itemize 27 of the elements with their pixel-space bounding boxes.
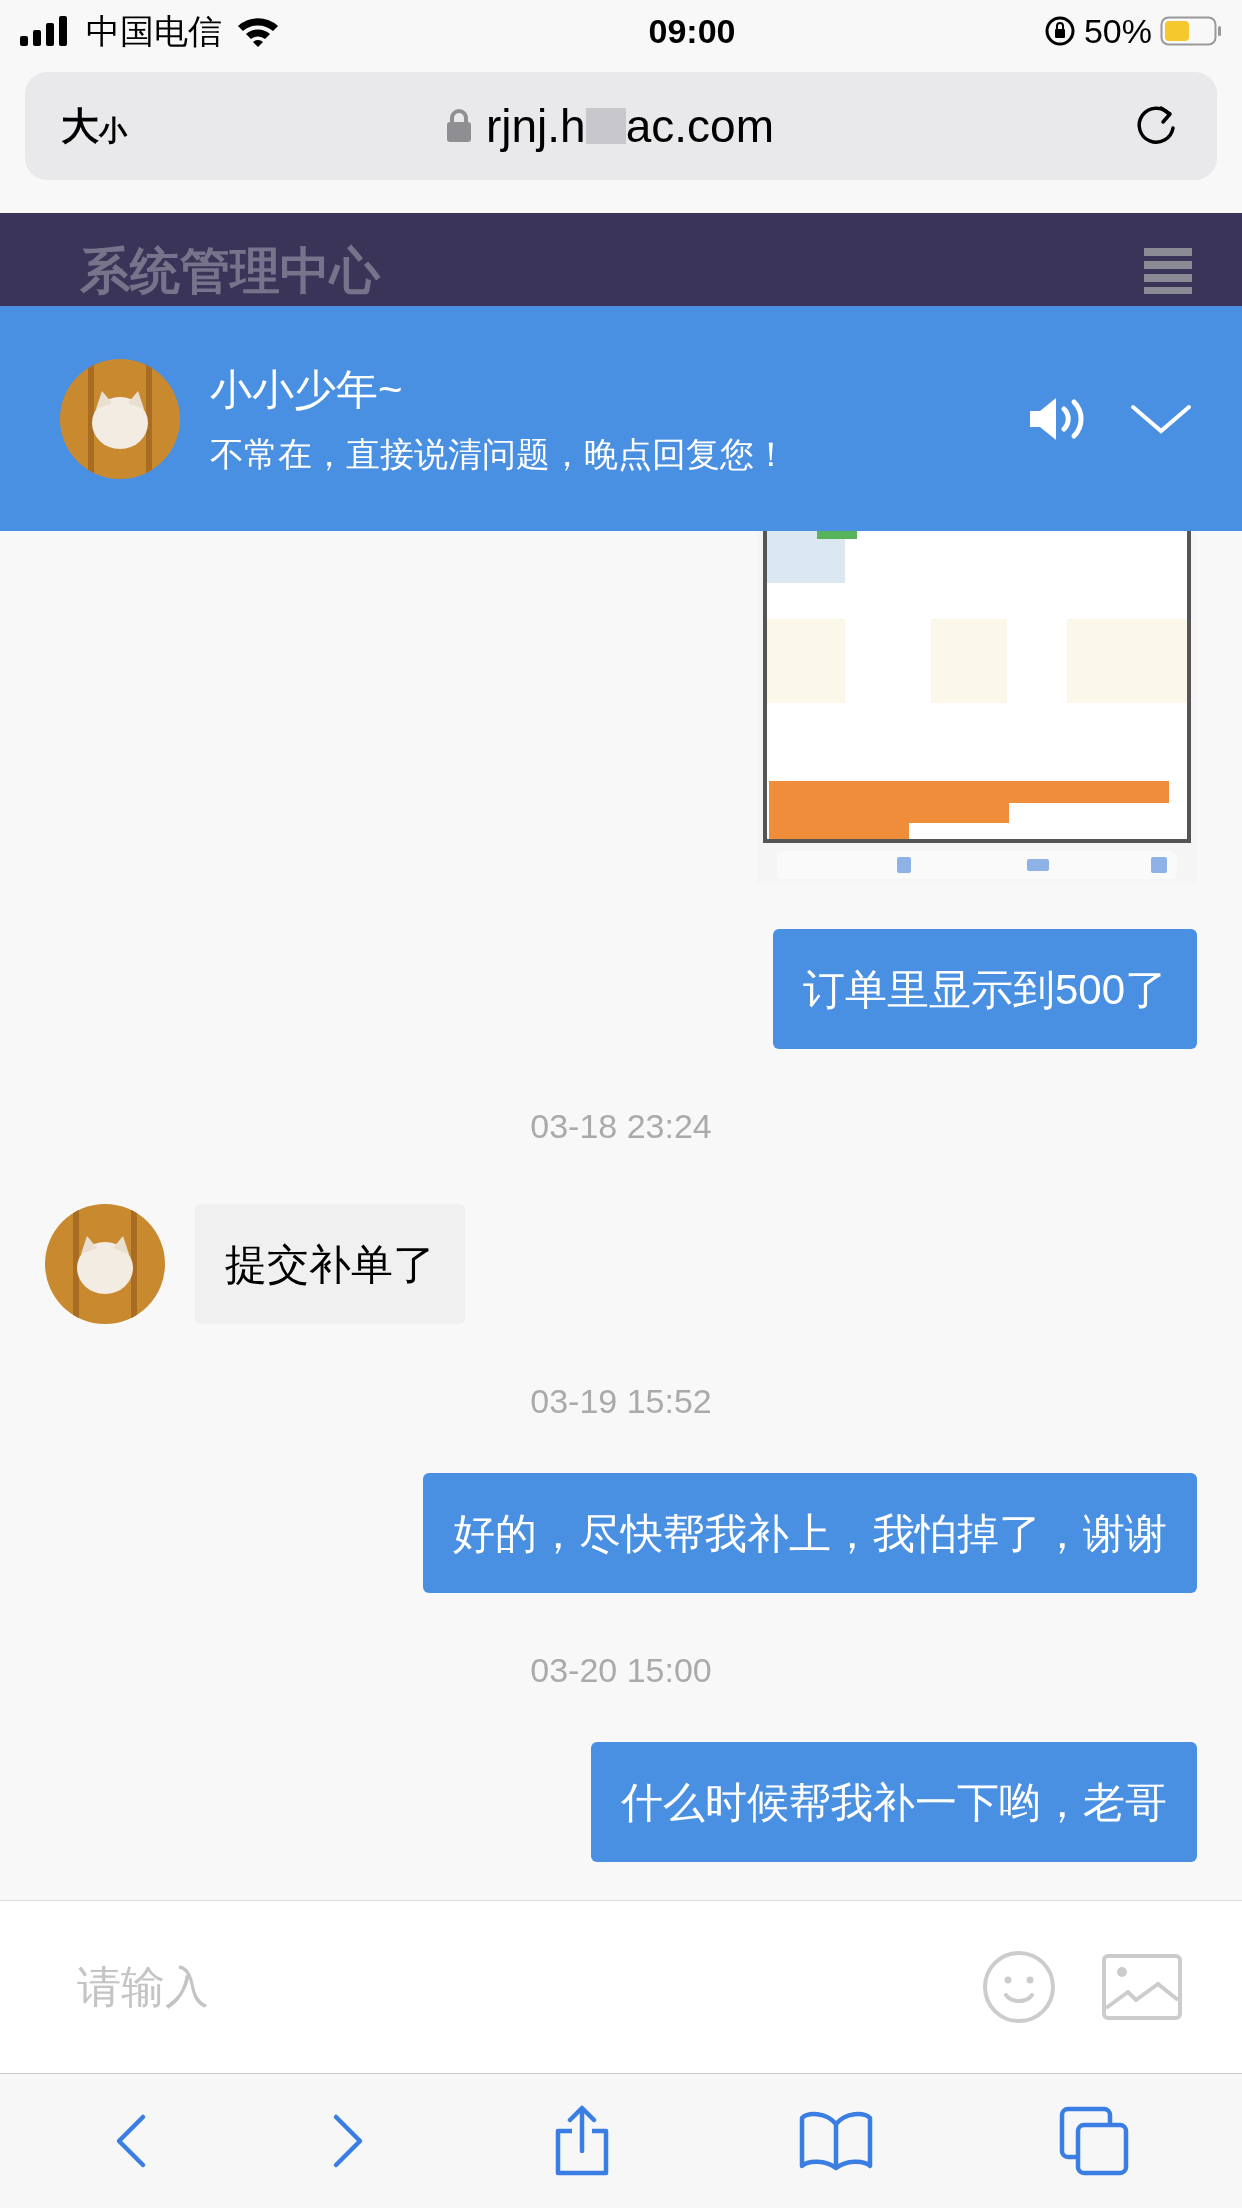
text-size-button[interactable]: 大小 (61, 107, 127, 145)
agent-status: 不常在，直接说清问题，晚点回复您！ (210, 433, 789, 475)
message-bubble: 订单里显示到500了 (772, 929, 1197, 1049)
message-composer[interactable]: 请输入 (0, 1900, 1242, 2073)
message-bubble: 好的，尽快帮我补上，我怕掉了，谢谢 (423, 1473, 1197, 1593)
message-bubble: 提交补单了 (195, 1204, 465, 1324)
url-text: rjnj.h (486, 98, 586, 154)
agent-name: 小小少年~ (210, 364, 404, 415)
battery-icon (1160, 16, 1222, 46)
timestamp: 03-19 15:52 (530, 1381, 712, 1422)
tabs-icon[interactable] (1059, 2106, 1130, 2176)
timestamp: 03-18 23:24 (530, 1106, 712, 1147)
menu-icon[interactable] (1144, 248, 1192, 294)
message-bubble: 什么时候帮我补一下哟，老哥 (591, 1742, 1197, 1862)
wifi-icon (236, 15, 280, 47)
address-bar[interactable]: 大小 rjnj.h ac.com (25, 72, 1217, 180)
carrier: 中国电信 (86, 10, 222, 52)
url-text: ac.com (625, 98, 774, 154)
clock: 09:00 (647, 10, 737, 52)
battery-percent: 50% (1083, 10, 1152, 52)
site-title: 系统管理中心 (80, 246, 380, 296)
blurred-patch (585, 108, 626, 144)
chevron-down-icon[interactable] (1130, 402, 1192, 435)
bookmarks-icon[interactable] (797, 2110, 874, 2172)
timestamp: 03-20 15:00 (530, 1650, 712, 1691)
lock-icon (446, 109, 472, 143)
rotation-lock-icon (1043, 15, 1076, 47)
